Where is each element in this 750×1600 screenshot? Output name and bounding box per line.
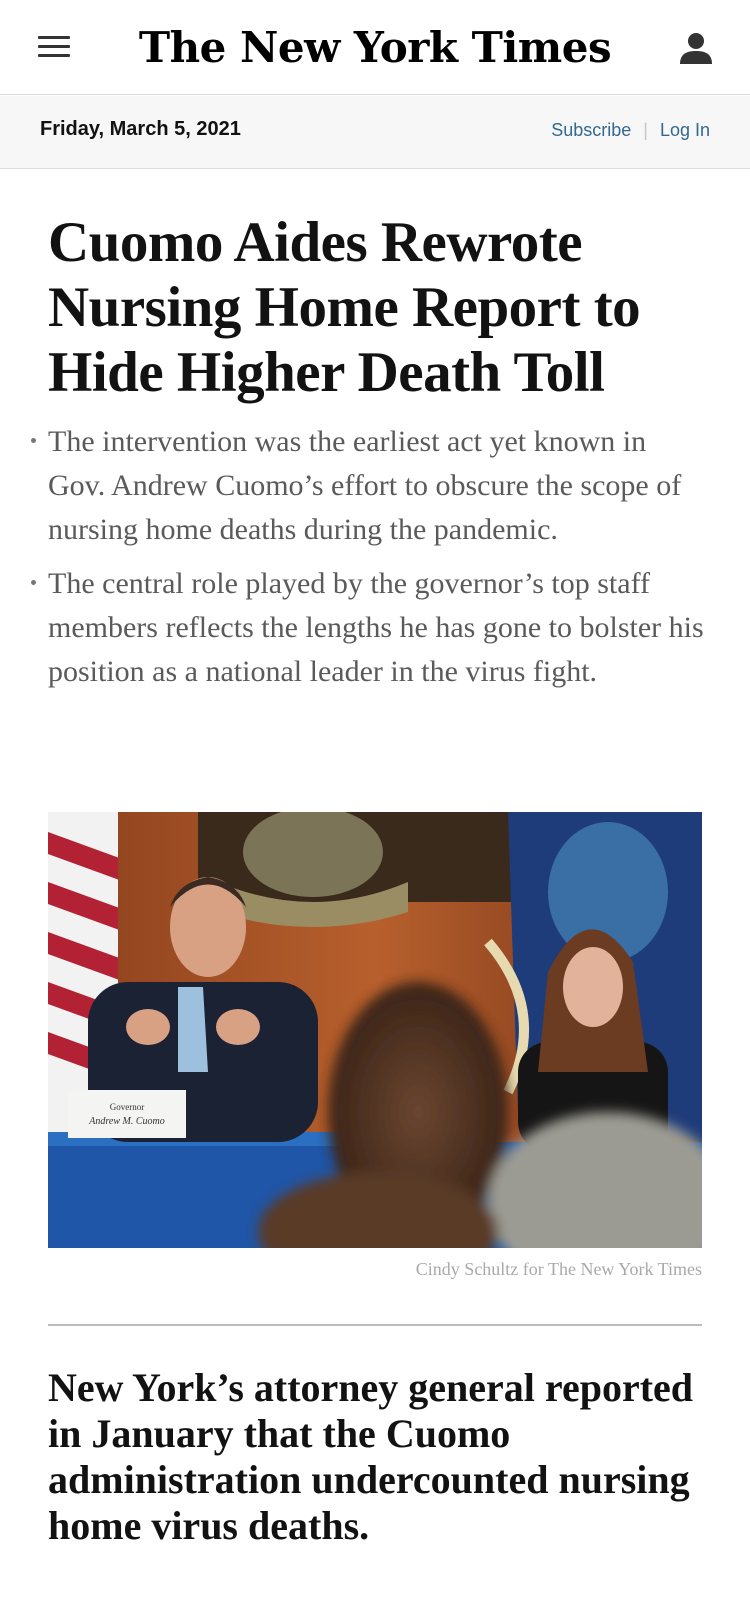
placard-title: Governor bbox=[110, 1102, 145, 1112]
lead-paragraph: New York’s attorney general reported in … bbox=[48, 1365, 694, 1548]
placard-name: Andrew M. Cuomo bbox=[88, 1116, 164, 1127]
date-bar: Friday, March 5, 2021 Subscribe | Log In bbox=[0, 96, 750, 169]
user-account-icon[interactable] bbox=[676, 28, 716, 68]
article-headline[interactable]: Cuomo Aides Rewrote Nursing Home Report … bbox=[48, 210, 708, 405]
nyt-logo[interactable]: The New York Times bbox=[0, 18, 750, 78]
current-date: Friday, March 5, 2021 bbox=[40, 118, 241, 140]
bullet-dot-icon bbox=[31, 580, 36, 585]
article-summary: The intervention was the earliest act ye… bbox=[31, 420, 708, 704]
masthead: The New York Times bbox=[0, 0, 750, 95]
summary-item: The central role played by the governor’… bbox=[31, 562, 708, 694]
link-separator: | bbox=[643, 120, 648, 140]
summary-text: The central role played by the governor’… bbox=[48, 567, 704, 688]
account-links: Subscribe | Log In bbox=[551, 120, 710, 141]
photo-credit: Cindy Schultz for The New York Times bbox=[415, 1259, 702, 1279]
subscribe-link[interactable]: Subscribe bbox=[551, 120, 631, 140]
article-photo[interactable]: Governor Andrew M. Cuomo bbox=[48, 812, 702, 1248]
section-divider bbox=[48, 1324, 702, 1326]
login-link[interactable]: Log In bbox=[660, 120, 710, 140]
summary-text: The intervention was the earliest act ye… bbox=[48, 425, 682, 546]
press-conference-image: Governor Andrew M. Cuomo bbox=[48, 812, 702, 1248]
bullet-dot-icon bbox=[31, 438, 36, 443]
summary-item: The intervention was the earliest act ye… bbox=[31, 420, 708, 552]
